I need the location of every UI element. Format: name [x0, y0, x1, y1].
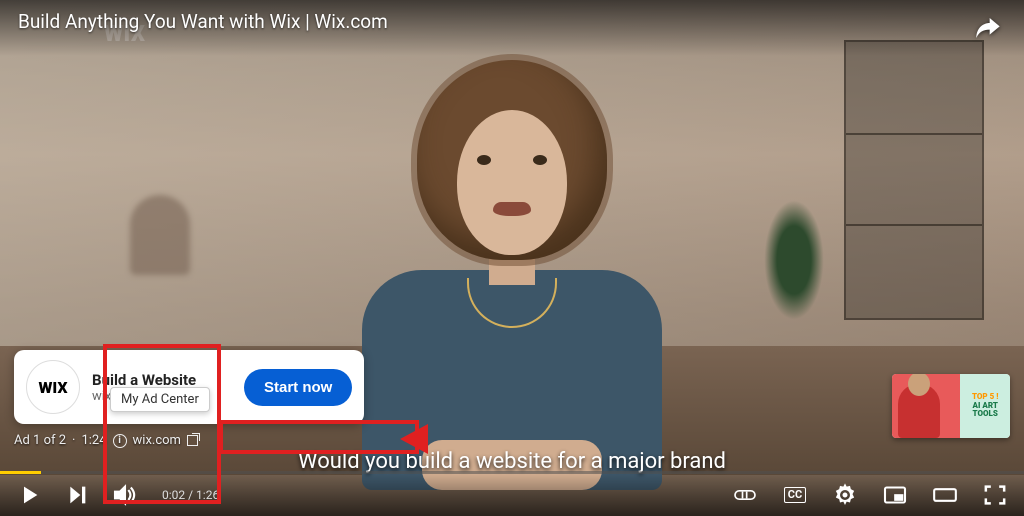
- video-player: WIX Build Anything You Want with Wix | W…: [0, 0, 1024, 516]
- ad-duration-text: 1:24: [81, 433, 106, 448]
- player-controls: 0:02 / 1:26 CC: [0, 474, 1024, 516]
- share-button[interactable]: [970, 10, 1006, 46]
- share-icon: [973, 13, 1003, 43]
- captions-button[interactable]: CC: [780, 480, 810, 510]
- theater-icon: [930, 480, 960, 510]
- theater-button[interactable]: [930, 480, 960, 510]
- video-title: Build Anything You Want with Wix | Wix.c…: [18, 10, 388, 33]
- next-icon: [62, 480, 92, 510]
- ad-options-tooltip: My Ad Center: [110, 387, 210, 412]
- next-button[interactable]: [62, 480, 92, 510]
- autoplay-toggle[interactable]: [730, 480, 760, 510]
- play-button[interactable]: [14, 480, 44, 510]
- ad-advertiser-logo: WIX: [26, 360, 80, 414]
- ad-cta-button[interactable]: Start now: [244, 369, 352, 406]
- cc-icon: CC: [784, 487, 806, 503]
- settings-button[interactable]: [830, 480, 860, 510]
- ad-domain-text[interactable]: wix.com: [133, 433, 181, 448]
- miniplayer-button[interactable]: [880, 480, 910, 510]
- autoplay-icon: [730, 480, 760, 510]
- top-overlay: Build Anything You Want with Wix | Wix.c…: [0, 0, 1024, 56]
- volume-icon: [110, 480, 140, 510]
- external-link-icon[interactable]: [187, 435, 198, 446]
- volume-button[interactable]: [110, 480, 140, 510]
- ad-overlay-card[interactable]: WIX Build a Website wix My Ad Center Sta…: [14, 350, 364, 424]
- ad-info-line: Ad 1 of 2 · 1:24 i wix.com: [14, 433, 198, 448]
- play-icon: [14, 480, 44, 510]
- fullscreen-button[interactable]: [980, 480, 1010, 510]
- ad-counter-text: Ad 1 of 2: [14, 433, 66, 448]
- ad-title: Build a Website: [92, 371, 232, 389]
- next-video-thumbnail[interactable]: 3 TOP 5 ! AI ART TOOLS: [892, 374, 1010, 438]
- fullscreen-icon: [980, 480, 1010, 510]
- time-display: 0:02 / 1:26: [162, 488, 219, 502]
- annotation-arrow: [400, 424, 428, 454]
- miniplayer-icon: [880, 480, 910, 510]
- ad-info-icon[interactable]: i: [113, 434, 127, 448]
- gear-icon: [830, 480, 860, 510]
